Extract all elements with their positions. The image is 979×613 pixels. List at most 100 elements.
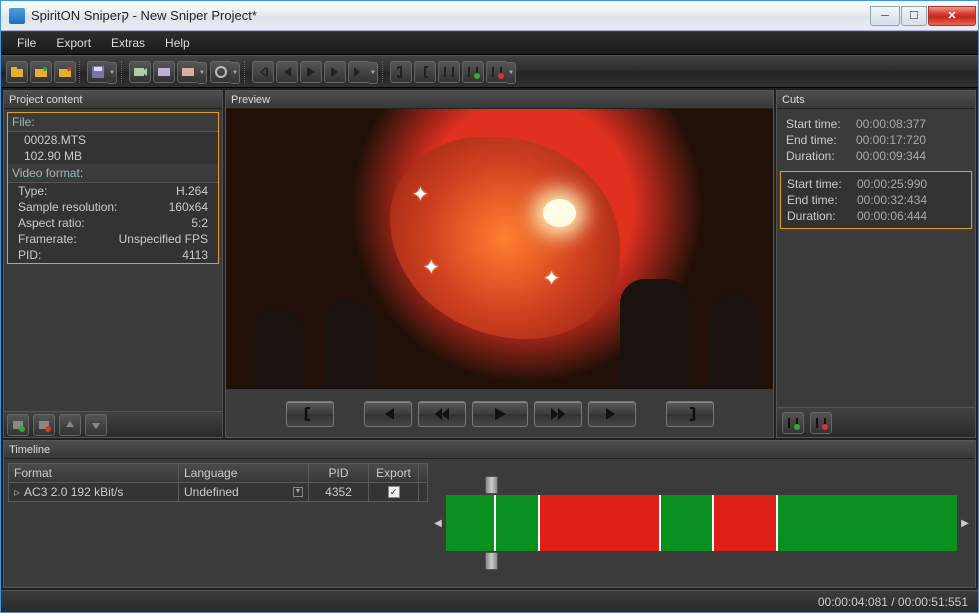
pid-value: 4113: [182, 248, 208, 262]
goto-end-button[interactable]: ▼: [348, 61, 370, 83]
decoration-star-icon: ✦: [423, 255, 437, 269]
status-time: 00:00:04:081 / 00:00:51:551: [818, 595, 968, 609]
open-recent-button[interactable]: [30, 61, 52, 83]
select-range-button[interactable]: [438, 61, 460, 83]
menu-help[interactable]: Help: [157, 34, 198, 52]
export-video-button[interactable]: [129, 61, 151, 83]
cut-start-label: Start time:: [787, 177, 857, 191]
add-cut-button[interactable]: [462, 61, 484, 83]
timeline-panel: Timeline Format Language PID Export ▹AC3…: [3, 440, 976, 588]
timeline-tracks-table: Format Language PID Export ▹AC3 2.0 192 …: [8, 463, 428, 583]
project-panel-header: Project content: [4, 91, 222, 109]
set-out-button[interactable]: [286, 401, 334, 427]
col-pid[interactable]: PID: [309, 464, 369, 482]
project-info: File: 00028.MTS 102.90 MB Video format: …: [7, 112, 219, 264]
maximize-button[interactable]: ☐: [901, 6, 927, 26]
remove-cut-button[interactable]: ▼: [486, 61, 508, 83]
main-area: Project content File: 00028.MTS 102.90 M…: [1, 88, 978, 440]
cut-end-label: End time:: [787, 193, 857, 207]
settings-button[interactable]: ▼: [210, 61, 232, 83]
cut-end-label: End time:: [786, 133, 856, 147]
decoration-star-icon: ✦: [543, 266, 557, 280]
cut-start-value: 00:00:25:990: [857, 177, 965, 191]
timeline-cut-region[interactable]: [538, 495, 661, 551]
goto-start-button[interactable]: [364, 401, 412, 427]
cut-end-value: 00:00:32:434: [857, 193, 965, 207]
set-in-button[interactable]: [666, 401, 714, 427]
menubar: File Export Extras Help: [1, 31, 978, 55]
mark-in-button[interactable]: [414, 61, 436, 83]
crowd-figure: [620, 279, 690, 389]
track-language: Undefined: [184, 485, 239, 499]
goto-end-button[interactable]: [588, 401, 636, 427]
toolbar-separator: [79, 61, 84, 83]
file-section-label: File:: [8, 113, 218, 132]
settings-dropdown[interactable]: ▼: [231, 62, 240, 84]
move-up-button[interactable]: [59, 414, 81, 436]
timeline-panel-header: Timeline: [4, 441, 975, 459]
remove-file-button[interactable]: [33, 414, 55, 436]
resolution-value: 160x64: [169, 200, 208, 214]
framerate-label: Framerate:: [18, 232, 119, 246]
toolbar-separator: [244, 61, 249, 83]
type-label: Type:: [18, 184, 176, 198]
cuts-panel-body: Start time:00:00:08:377 End time:00:00:1…: [777, 109, 975, 407]
step-back-button[interactable]: [276, 61, 298, 83]
playhead[interactable]: [494, 495, 496, 551]
export-cuts-button[interactable]: [153, 61, 175, 83]
statusbar: 00:00:04:081 / 00:00:51:551: [1, 590, 978, 612]
app-icon: [9, 8, 25, 24]
video-format-section-label: Video format:: [8, 164, 218, 183]
remove-cut-dropdown[interactable]: ▼: [507, 62, 516, 84]
mark-out-button[interactable]: [390, 61, 412, 83]
timeline-cut-region[interactable]: [712, 495, 778, 551]
play-button[interactable]: [300, 61, 322, 83]
step-back-button[interactable]: [418, 401, 466, 427]
delete-cut-button[interactable]: [810, 412, 832, 434]
play-button[interactable]: [472, 401, 528, 427]
close-project-button[interactable]: [54, 61, 76, 83]
export-options-dropdown[interactable]: ▼: [198, 62, 207, 84]
cut-item-selected[interactable]: Start time:00:00:25:990 End time:00:00:3…: [780, 171, 972, 229]
col-format[interactable]: Format: [9, 464, 179, 482]
col-export[interactable]: Export: [369, 464, 419, 482]
menu-export[interactable]: Export: [48, 34, 99, 52]
step-forward-button[interactable]: [324, 61, 346, 83]
add-cut-button[interactable]: [782, 412, 804, 434]
export-options-button[interactable]: ▼: [177, 61, 199, 83]
project-toolbar: [4, 411, 222, 437]
table-row[interactable]: ▹AC3 2.0 192 kBit/s Undefined▼ 4352 ✓: [9, 483, 427, 501]
cut-item[interactable]: Start time:00:00:08:377 End time:00:00:1…: [780, 112, 972, 168]
preview-panel-header: Preview: [226, 91, 773, 109]
titlebar[interactable]: SpiritON Sniperק - New Sniper Project* ─…: [1, 1, 978, 31]
open-button[interactable]: [6, 61, 28, 83]
decoration-star-icon: ✦: [412, 182, 426, 196]
close-button[interactable]: ✕: [928, 6, 976, 26]
timeline-track[interactable]: [446, 495, 957, 551]
add-file-button[interactable]: [7, 414, 29, 436]
col-language[interactable]: Language: [179, 464, 309, 482]
save-button[interactable]: ▼: [87, 61, 109, 83]
move-down-button[interactable]: [85, 414, 107, 436]
scroll-left-button[interactable]: ◀: [432, 518, 444, 529]
minimize-button[interactable]: ─: [870, 6, 900, 26]
timeline-handle-bottom[interactable]: [485, 552, 498, 570]
preview-image[interactable]: ✦ ✦ ✦: [226, 109, 773, 389]
filesize: 102.90 MB: [18, 149, 208, 163]
cut-dur-label: Duration:: [786, 149, 856, 163]
timeline-handle-top[interactable]: [485, 476, 498, 494]
menu-file[interactable]: File: [9, 34, 44, 52]
menu-extras[interactable]: Extras: [103, 34, 153, 52]
cut-end-value: 00:00:17:720: [856, 133, 966, 147]
goto-start-button[interactable]: [252, 61, 274, 83]
goto-end-dropdown[interactable]: ▼: [369, 62, 378, 84]
filename: 00028.MTS: [18, 133, 208, 147]
type-value: H.264: [176, 184, 208, 198]
export-checkbox[interactable]: ✓: [388, 486, 400, 498]
language-dropdown[interactable]: ▼: [293, 487, 303, 497]
timeline-body: Format Language PID Export ▹AC3 2.0 192 …: [4, 459, 975, 587]
save-dropdown[interactable]: ▼: [108, 62, 117, 84]
step-forward-button[interactable]: [534, 401, 582, 427]
cut-dur-value: 00:00:06:444: [857, 209, 965, 223]
scroll-right-button[interactable]: ▶: [959, 518, 971, 529]
